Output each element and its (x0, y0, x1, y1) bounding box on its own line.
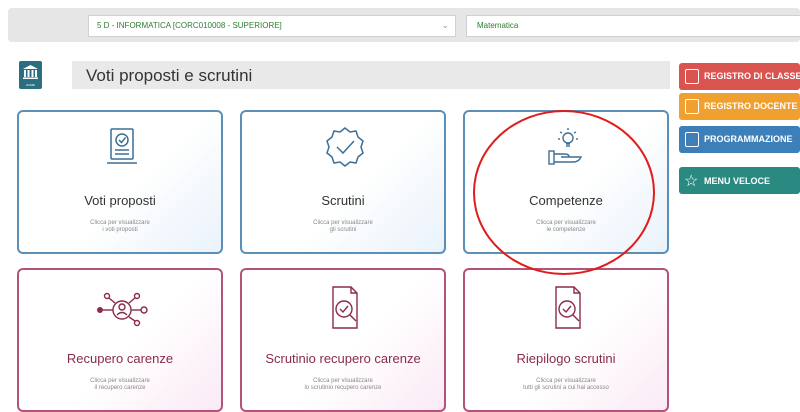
card-subtitle: Clicca per visualizzare i voti proposti (90, 220, 150, 233)
card-subtitle: Clicca per visualizzare tutti gli scruti… (523, 378, 609, 391)
card-subtitle: Clicca per visualizzare le competenze (536, 220, 596, 233)
menu-veloce-button[interactable]: ☆ MENU VELOCE (679, 167, 800, 194)
card-recupero-carenze[interactable]: Recupero carenze Clicca per visualizzare… (17, 268, 223, 412)
chevron-down-icon: ⌄ (441, 20, 449, 30)
subject-select-value: Matematica (477, 21, 519, 30)
top-selector-bar: 5 D - INFORMATICA [CORC010008 - SUPERIOR… (8, 8, 800, 42)
class-select[interactable]: 5 D - INFORMATICA [CORC010008 - SUPERIOR… (88, 15, 456, 37)
subject-select[interactable]: Matematica (466, 15, 800, 37)
document-search-icon (465, 284, 667, 334)
page-title: Voti proposti e scrutini (86, 66, 253, 85)
card-scrutinio-recupero-carenze[interactable]: Scrutinio recupero carenze Clicca per vi… (240, 268, 446, 412)
home-label: HOME (26, 83, 35, 87)
document-check-icon (19, 126, 221, 176)
card-competenze[interactable]: Competenze Clicca per visualizzare le co… (463, 110, 669, 254)
card-riepilogo-scrutini[interactable]: Riepilogo scrutini Clicca per visualizza… (463, 268, 669, 412)
chart-icon (685, 99, 699, 114)
star-icon: ☆ (684, 173, 699, 190)
document-search-icon (242, 284, 444, 334)
card-scrutini[interactable]: Scrutini Clicca per visualizzare gli scr… (240, 110, 446, 254)
page-title-bar: Voti proposti e scrutini (72, 61, 670, 89)
home-button[interactable]: HOME (19, 61, 42, 89)
card-subtitle: Clicca per visualizzare il recupero care… (90, 378, 150, 391)
institution-icon (23, 65, 38, 79)
card-voti-proposti[interactable]: Voti proposti Clicca per visualizzare i … (17, 110, 223, 254)
card-title: Riepilogo scrutini (516, 351, 616, 366)
registro-classe-button[interactable]: REGISTRO DI CLASSE (679, 63, 800, 90)
badge-check-icon (242, 126, 444, 176)
chart-icon (685, 132, 699, 147)
card-subtitle: Clicca per visualizzare gli scrutini (313, 220, 373, 233)
card-subtitle: Clicca per visualizzare lo scrutinio rec… (304, 378, 382, 391)
user-network-icon (19, 284, 221, 334)
programmazione-button[interactable]: PROGRAMMAZIONE (679, 126, 800, 153)
book-icon (685, 69, 699, 84)
card-title: Scrutini (321, 193, 365, 208)
registro-docente-button[interactable]: REGISTRO DOCENTE (679, 93, 800, 120)
card-title: Competenze (529, 193, 603, 208)
class-select-value: 5 D - INFORMATICA [CORC010008 - SUPERIOR… (97, 21, 282, 30)
lightbulb-hand-icon (465, 126, 667, 176)
card-title: Voti proposti (84, 193, 156, 208)
card-title: Recupero carenze (66, 351, 174, 366)
card-title: Scrutinio recupero carenze (265, 351, 421, 366)
